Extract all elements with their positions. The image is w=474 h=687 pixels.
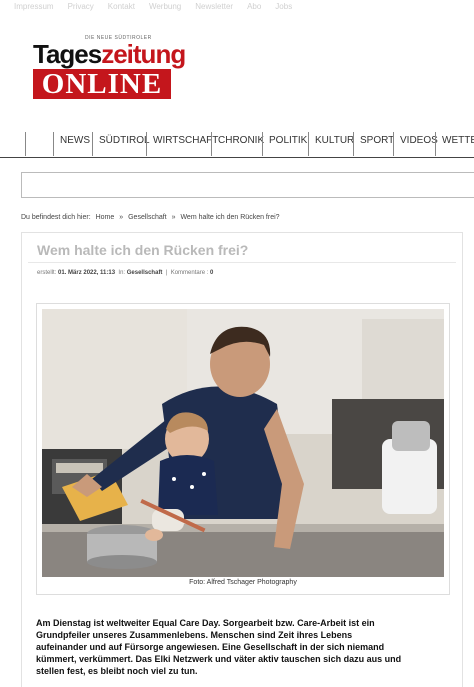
meta-in-label: In: bbox=[118, 270, 126, 276]
top-link[interactable]: Impressum bbox=[14, 2, 54, 11]
nav-item-news[interactable]: NEWS bbox=[53, 132, 96, 156]
top-link[interactable]: Abo bbox=[247, 2, 261, 11]
top-link[interactable]: Jobs bbox=[275, 2, 292, 11]
site-logo[interactable]: DIE NEUE SÜDTIROLER Tageszeitung ONLINE bbox=[33, 35, 186, 99]
logo-word-part1: Tages bbox=[33, 39, 102, 69]
article-card: Wem halte ich den Rücken frei? erstellt:… bbox=[21, 232, 463, 687]
search-input[interactable] bbox=[21, 172, 474, 198]
top-link-bar: Impressum Privacy Kontakt Werbung Newsle… bbox=[0, 0, 474, 16]
meta-created-label: erstellt: bbox=[37, 270, 57, 276]
meta-section-link[interactable]: Gesellschaft bbox=[127, 270, 163, 276]
meta-comments-count[interactable]: 0 bbox=[210, 270, 213, 276]
article-lead-line: Am Dienstag ist weltweiter Equal Care Da… bbox=[36, 618, 375, 628]
logo-online-badge: ONLINE bbox=[33, 69, 171, 99]
article-photo-frame: Foto: Alfred Tschager Photography bbox=[36, 303, 450, 595]
top-link[interactable]: Newsletter bbox=[195, 2, 233, 11]
breadcrumb: Du befindest dich hier: Home » Gesellsch… bbox=[21, 214, 283, 221]
breadcrumb-separator: » bbox=[119, 214, 124, 221]
nav-item-politik[interactable]: POLITIK bbox=[262, 132, 313, 156]
top-link[interactable]: Kontakt bbox=[108, 2, 135, 11]
nav-item-wetter[interactable]: WETTER bbox=[435, 132, 474, 156]
breadcrumb-separator: » bbox=[171, 214, 176, 221]
article-lead-line: aufeinander und auf Fürsorge angewiesen.… bbox=[36, 642, 385, 652]
top-link[interactable]: Privacy bbox=[68, 2, 94, 11]
article-lead-line: kümmert, verkümmert. Das Elki Netzwerk u… bbox=[36, 654, 402, 664]
title-divider bbox=[28, 262, 456, 263]
breadcrumb-current: Wem halte ich den Rücken frei? bbox=[180, 214, 280, 221]
main-nav: NEWS SÜDTIROL WIRTSCHAFT CHRONIK POLITIK… bbox=[0, 124, 474, 158]
logo-wordmark: Tageszeitung bbox=[33, 39, 186, 69]
nav-home-slot[interactable] bbox=[25, 132, 53, 156]
breadcrumb-home-link[interactable]: Home bbox=[96, 214, 115, 221]
breadcrumb-section-link[interactable]: Gesellschaft bbox=[128, 214, 167, 221]
article-title[interactable]: Wem halte ich den Rücken frei? bbox=[37, 242, 248, 258]
meta-separator: | bbox=[165, 270, 168, 276]
meta-date: 01. März 2022, 11:13 bbox=[58, 270, 116, 276]
article-lead: Am Dienstag ist weltweiter Equal Care Da… bbox=[36, 617, 456, 677]
meta-comments-label: Kommentare : bbox=[170, 270, 209, 276]
top-link[interactable]: Werbung bbox=[149, 2, 181, 11]
photo-illustration bbox=[42, 309, 444, 577]
article-photo[interactable] bbox=[42, 309, 444, 577]
article-lead-line: stellen fest, es bleibt noch viel zu tun… bbox=[36, 666, 198, 676]
logo-word-part2: zeitung bbox=[101, 39, 186, 69]
article-meta: erstellt: 01. März 2022, 11:13 In: Gesel… bbox=[37, 270, 213, 276]
article-lead-line: Grundpfeiler unseres Zusammenlebens. Men… bbox=[36, 630, 353, 640]
photo-caption: Foto: Alfred Tschager Photography bbox=[189, 579, 297, 586]
breadcrumb-prefix: Du befindest dich hier: bbox=[21, 214, 91, 221]
